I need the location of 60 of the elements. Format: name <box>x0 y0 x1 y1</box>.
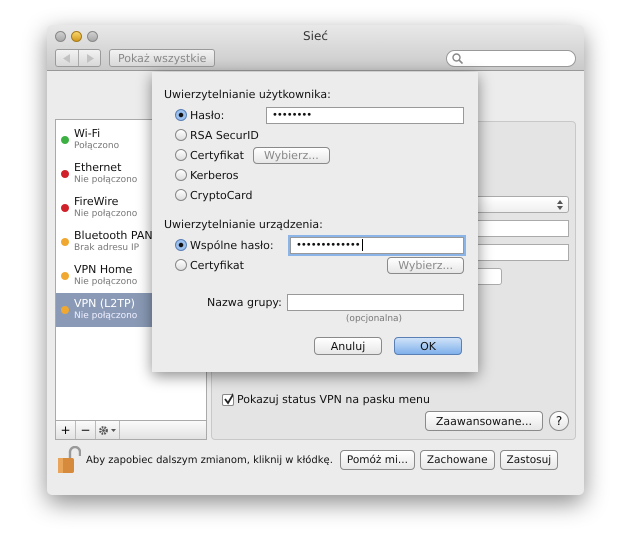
radio-label: Kerberos <box>190 168 238 182</box>
service-status: Nie połączono <box>74 276 138 288</box>
close-button[interactable] <box>55 30 66 42</box>
unlocked-padlock-icon <box>57 446 81 474</box>
service-status: Nie połączono <box>74 208 138 220</box>
checkbox[interactable] <box>222 394 234 406</box>
dialog-button[interactable]: OK <box>394 337 462 355</box>
radio-label: CryptoCard <box>190 188 252 202</box>
group-name-field[interactable] <box>286 294 464 311</box>
service-status: Połączono <box>74 140 120 152</box>
service-status: Nie połączono <box>74 174 138 186</box>
radio-label: Hasło: <box>190 108 226 122</box>
footer-button[interactable]: Zastosuj <box>500 450 558 470</box>
service-name: VPN Home <box>74 264 134 276</box>
minimize-button[interactable] <box>71 30 82 42</box>
add-button[interactable]: + <box>56 421 76 439</box>
stepper-icon <box>557 200 563 210</box>
section-heading: Uwierzytelnianie urządzenia: <box>164 218 324 231</box>
radio-button[interactable] <box>175 259 187 271</box>
password-field[interactable]: ••••••••••••• <box>290 236 464 254</box>
service-name: Wi-Fi <box>74 128 102 140</box>
advanced-button[interactable]: Zaawansowane... <box>424 411 543 431</box>
zoom-button[interactable] <box>87 30 98 42</box>
gear-icon <box>98 424 118 436</box>
service-status: Nie połączono <box>74 310 138 322</box>
service-name: Bluetooth PAN <box>74 230 153 242</box>
radio-button[interactable] <box>175 239 187 251</box>
radio-button[interactable] <box>175 169 187 181</box>
back-icon <box>63 54 71 62</box>
service-name: VPN (L2TP) <box>74 298 136 310</box>
forward-icon <box>86 54 94 62</box>
radio-label: Wspólne hasło: <box>190 238 275 252</box>
action-menu-button[interactable] <box>96 421 120 439</box>
service-name: Ethernet <box>74 162 122 174</box>
lock-message: Aby zapobiec dalszym zmianom, kliknij w kłódkę. <box>86 454 333 466</box>
password-field[interactable]: •••••••• <box>266 106 464 124</box>
check-icon <box>223 392 233 404</box>
radio-label: RSA SecurID <box>190 128 259 142</box>
footer-button[interactable]: Pomóż mi... <box>340 450 415 470</box>
search-field[interactable] <box>446 50 576 66</box>
checkbox-label: Pokazuj status VPN na pasku menu <box>237 393 430 406</box>
dialog-button[interactable]: Anuluj <box>314 337 382 355</box>
optional-hint: (opcjonalna) <box>344 314 404 324</box>
radio-label: Certyfikat <box>190 258 244 272</box>
service-name: FireWire <box>74 196 120 208</box>
group-name-label: Nazwa grupy: <box>207 296 282 309</box>
search-icon <box>452 52 463 64</box>
password-value: •••••••• <box>272 110 312 120</box>
radio-button[interactable] <box>175 129 187 141</box>
radio-button[interactable] <box>175 109 187 121</box>
radio-button[interactable] <box>175 149 187 161</box>
password-value: ••••••••••••• <box>296 240 360 250</box>
radio-label: Certyfikat <box>190 148 244 162</box>
section-heading: Uwierzytelnianie użytkownika: <box>164 88 332 101</box>
window-title: Sieć <box>302 29 329 43</box>
help-button[interactable]: ? <box>549 411 569 431</box>
radio-button[interactable] <box>175 189 187 201</box>
footer-button[interactable]: Zachowane <box>420 450 495 470</box>
remove-button[interactable]: − <box>76 421 96 439</box>
service-status: Brak adresu IP <box>74 242 140 254</box>
